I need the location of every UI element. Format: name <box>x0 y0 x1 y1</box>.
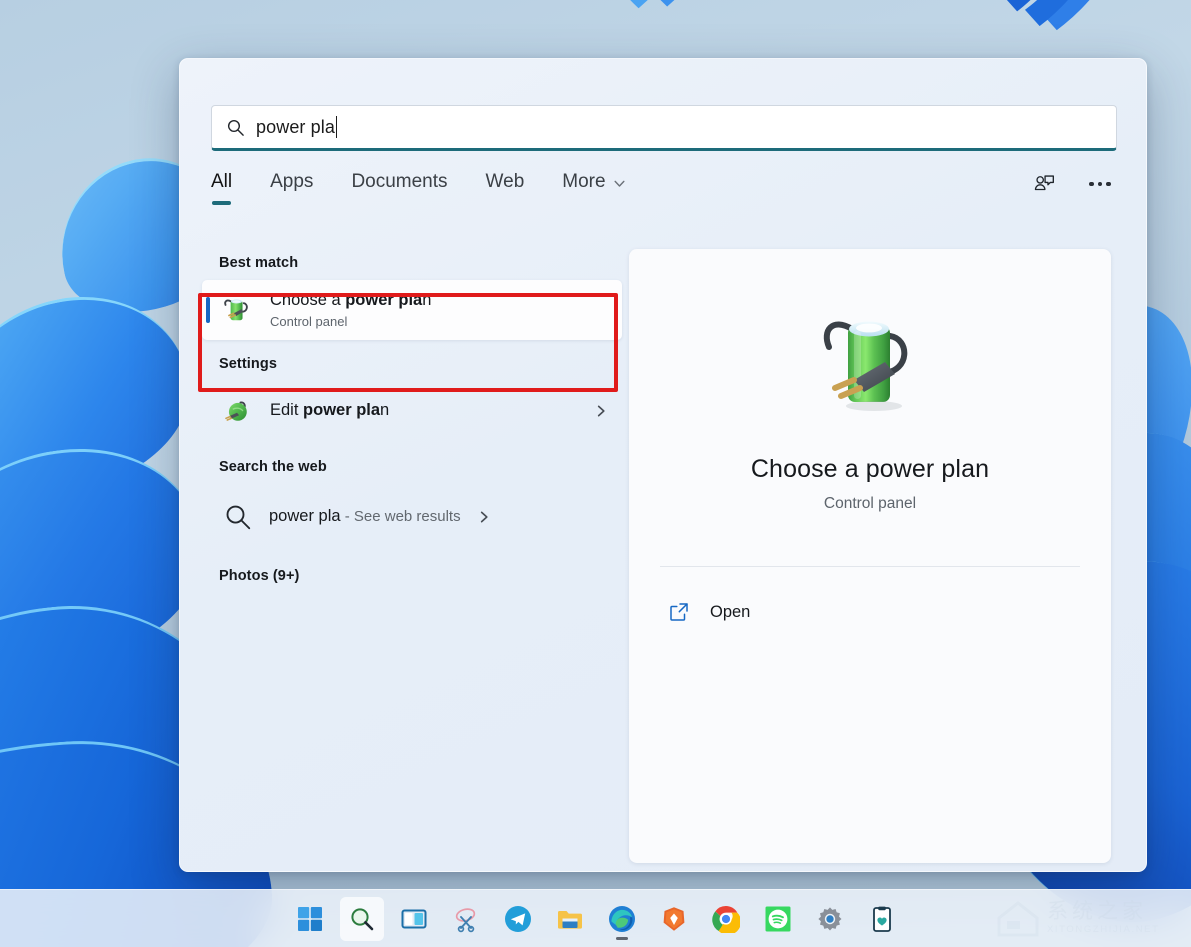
result-subtitle: Control panel <box>270 313 348 329</box>
health-app-button[interactable] <box>860 897 904 941</box>
preview-card: Choose a power plan Control panel Open <box>629 249 1111 863</box>
preview-subtitle: Control panel <box>823 495 917 512</box>
text-caret <box>335 116 338 138</box>
ellipsis-icon <box>1089 181 1111 187</box>
settings-gear-icon <box>817 906 841 930</box>
spotify-icon <box>765 906 790 931</box>
tab-web[interactable]: Web <box>486 171 525 205</box>
running-indicator <box>615 936 628 940</box>
search-input-text: power pla <box>256 116 338 138</box>
chevron-down-icon <box>614 180 625 187</box>
tab-apps-label: Apps <box>270 171 314 192</box>
section-heading-best-match: Best match <box>219 255 299 271</box>
selection-indicator <box>206 297 210 323</box>
search-button[interactable] <box>339 896 384 941</box>
tab-apps[interactable]: Apps <box>270 171 313 205</box>
preview-divider <box>660 566 1080 567</box>
tab-web-label: Web <box>485 171 525 192</box>
spotify-button[interactable] <box>756 897 800 941</box>
edge-button[interactable] <box>600 897 644 941</box>
result-text: Edit power plan <box>270 401 578 421</box>
power-plan-icon <box>823 321 908 411</box>
open-external-icon <box>670 603 688 621</box>
start-button[interactable] <box>288 897 332 941</box>
preview-actions: Open <box>661 591 1079 633</box>
power-plan-icon <box>224 299 248 321</box>
search-icon <box>227 119 244 136</box>
open-action-label: Open <box>710 602 751 621</box>
result-title: Edit power plan <box>270 401 390 420</box>
search-icon <box>226 505 251 530</box>
snipping-tool-button[interactable] <box>444 897 488 941</box>
open-action-button[interactable]: Open <box>661 591 1079 633</box>
tab-all[interactable]: All <box>211 171 232 205</box>
taskbar <box>0 889 1191 947</box>
result-text: power pla - See web results <box>269 507 461 526</box>
result-title: Choose a power plan <box>270 291 432 310</box>
desktop: power pla All Apps Documents Web More Be… <box>0 0 1191 947</box>
result-item-web-search[interactable]: power pla - See web results <box>202 484 622 550</box>
brave-browser-icon <box>663 906 684 931</box>
tab-active-underline <box>212 201 231 205</box>
brave-button[interactable] <box>652 897 696 941</box>
tab-documents-label: Documents <box>351 171 448 192</box>
tab-all-label: All <box>211 171 233 192</box>
feedback-icon <box>1034 174 1054 190</box>
search-flyout-panel: power pla All Apps Documents Web More Be… <box>179 58 1147 872</box>
chevron-right-icon <box>480 511 488 523</box>
result-item-choose-a-power-plan[interactable]: Choose a power plan Control panel <box>202 280 622 340</box>
snipping-tool-icon <box>455 907 475 932</box>
section-heading-photos: Photos (9+) <box>219 568 300 584</box>
result-item-edit-power-plan[interactable]: Edit power plan <box>202 381 622 441</box>
section-heading-search-the-web: Search the web <box>219 459 327 475</box>
preview-title: Choose a power plan <box>750 455 990 483</box>
file-explorer-button[interactable] <box>548 897 592 941</box>
google-chrome-icon <box>711 905 740 933</box>
more-options-button[interactable] <box>1083 167 1117 201</box>
search-icon <box>350 907 373 930</box>
section-heading-settings: Settings <box>219 356 277 372</box>
telegram-button[interactable] <box>496 897 540 941</box>
tab-documents[interactable]: Documents <box>351 171 447 205</box>
tab-more[interactable]: More <box>562 171 625 205</box>
chevron-right-icon <box>597 405 605 417</box>
results-list: Best match Choose a power plan Control p… <box>202 255 622 593</box>
result-text: Choose a power plan Control panel <box>270 291 608 329</box>
search-input-wrapper: power pla <box>211 105 1117 151</box>
windows-start-icon <box>297 906 322 931</box>
search-input[interactable]: power pla <box>211 105 1117 151</box>
settings-button[interactable] <box>808 897 852 941</box>
microsoft-edge-icon <box>608 905 635 932</box>
filter-tabs: All Apps Documents Web More <box>211 171 1117 217</box>
telegram-icon <box>504 905 531 932</box>
chrome-button[interactable] <box>704 897 748 941</box>
task-view-button[interactable] <box>392 897 436 941</box>
feedback-button[interactable] <box>1027 167 1061 201</box>
file-explorer-icon <box>557 910 582 929</box>
tab-more-label: More <box>562 171 606 192</box>
clipboard-heart-icon <box>872 906 891 932</box>
edit-power-plan-icon <box>225 401 247 421</box>
flyout-actions <box>1027 167 1117 201</box>
task-view-icon <box>401 909 426 928</box>
